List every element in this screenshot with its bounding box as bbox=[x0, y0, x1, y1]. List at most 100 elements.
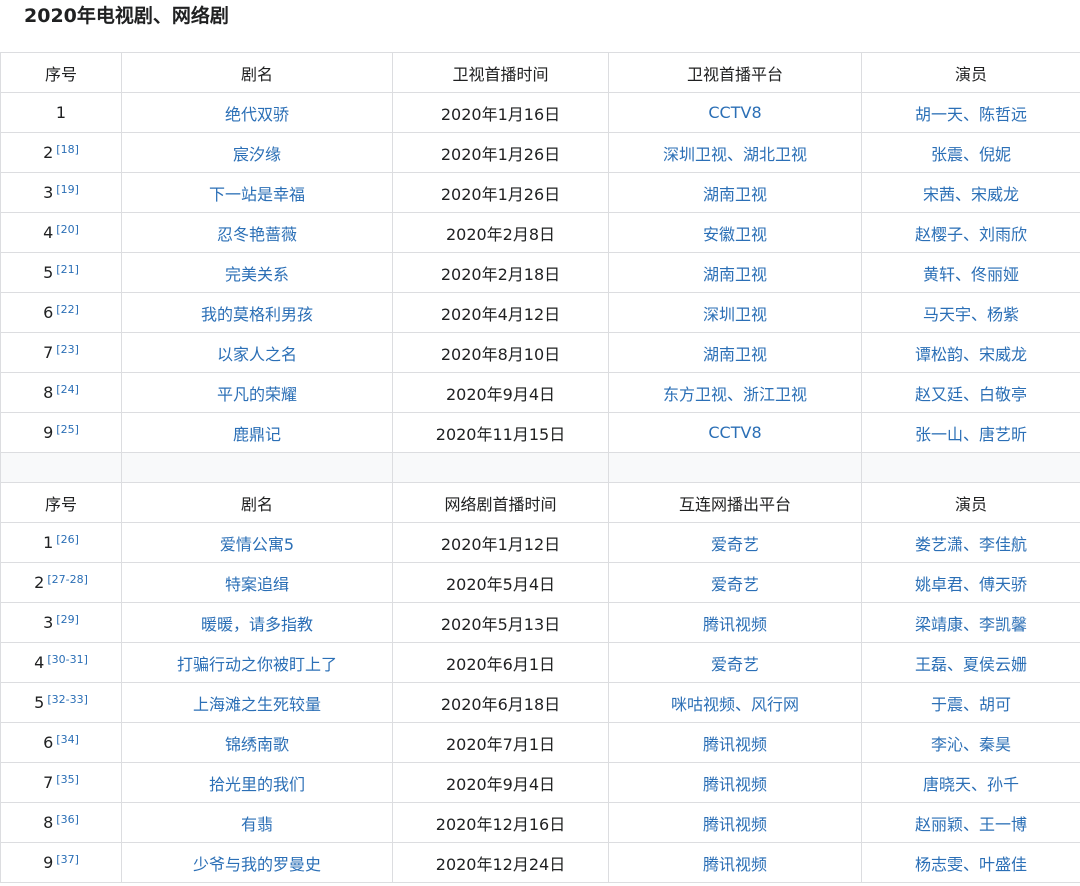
platform-link[interactable]: 深圳卫视、湖北卫视 bbox=[663, 145, 807, 164]
platform-link[interactable]: 腾讯视频 bbox=[703, 735, 767, 754]
platform-link[interactable]: 湖南卫视 bbox=[703, 345, 767, 364]
platform-cell: CCTV8 bbox=[608, 92, 862, 133]
actors-link[interactable]: 宋茜、宋威龙 bbox=[923, 185, 1019, 204]
platform-link[interactable]: 爱奇艺 bbox=[711, 535, 759, 554]
drama-title-link[interactable]: 特案追缉 bbox=[225, 575, 289, 594]
actors-link[interactable]: 杨志雯、叶盛佳 bbox=[915, 855, 1027, 874]
drama-title-link[interactable]: 锦绣南歌 bbox=[225, 735, 289, 754]
reference-link[interactable]: [34] bbox=[56, 733, 79, 746]
drama-title-link[interactable]: 平凡的荣耀 bbox=[217, 385, 297, 404]
drama-title-cell: 完美关系 bbox=[121, 252, 393, 293]
premiere-date-cell: 2020年12月24日 bbox=[392, 842, 609, 883]
premiere-date-cell: 2020年1月26日 bbox=[392, 132, 609, 173]
platform-link[interactable]: 安徽卫视 bbox=[703, 225, 767, 244]
row-number-cell: 6 [34] bbox=[0, 722, 122, 763]
platform-link[interactable]: 东方卫视、浙江卫视 bbox=[663, 385, 807, 404]
premiere-date-cell: 2020年5月4日 bbox=[392, 562, 609, 603]
drama-title-link[interactable]: 上海滩之生死较量 bbox=[193, 695, 321, 714]
row-number-cell: 5 [21] bbox=[0, 252, 122, 293]
drama-title-link[interactable]: 鹿鼎记 bbox=[233, 425, 281, 444]
platform-cell: 腾讯视频 bbox=[608, 722, 862, 763]
actors-link[interactable]: 娄艺潇、李佳航 bbox=[915, 535, 1027, 554]
separator-cell bbox=[392, 452, 609, 483]
platform-link[interactable]: CCTV8 bbox=[708, 103, 761, 122]
platform-link[interactable]: 腾讯视频 bbox=[703, 775, 767, 794]
reference-link[interactable]: [23] bbox=[56, 343, 79, 356]
reference-link[interactable]: [32-33] bbox=[47, 693, 88, 706]
platform-link[interactable]: 腾讯视频 bbox=[703, 615, 767, 634]
drama-title-link[interactable]: 暖暖，请多指教 bbox=[201, 615, 313, 634]
actors-link[interactable]: 张震、倪妮 bbox=[931, 145, 1011, 164]
table-row: 5 [32-33] 上海滩之生死较量 2020年6月18日 咪咕视频、风行网 于震、胡可 bbox=[0, 682, 1080, 723]
actors-link[interactable]: 唐晓天、孙千 bbox=[923, 775, 1019, 794]
drama-title-link[interactable]: 少爷与我的罗曼史 bbox=[193, 855, 321, 874]
platform-link[interactable]: 咪咕视频、风行网 bbox=[671, 695, 799, 714]
platform-cell: 爱奇艺 bbox=[608, 642, 862, 683]
platform-link[interactable]: 腾讯视频 bbox=[703, 855, 767, 874]
table-row: 3 [19] 下一站是幸福 2020年1月26日 湖南卫视 宋茜、宋威龙 bbox=[0, 172, 1080, 213]
platform-link[interactable]: CCTV8 bbox=[708, 423, 761, 442]
actors-link[interactable]: 赵又廷、白敬亭 bbox=[915, 385, 1027, 404]
reference-link[interactable]: [19] bbox=[56, 183, 79, 196]
actors-link[interactable]: 赵丽颖、王一博 bbox=[915, 815, 1027, 834]
platform-link[interactable]: 爱奇艺 bbox=[711, 575, 759, 594]
premiere-date: 2020年1月26日 bbox=[440, 144, 561, 164]
actors-link[interactable]: 胡一天、陈哲远 bbox=[915, 105, 1027, 124]
reference-link[interactable]: [25] bbox=[56, 423, 79, 436]
actors-link[interactable]: 王磊、夏侯云姗 bbox=[915, 655, 1027, 674]
reference-link[interactable]: [29] bbox=[56, 613, 79, 626]
reference-link[interactable]: [20] bbox=[56, 223, 79, 236]
actors-link[interactable]: 谭松韵、宋威龙 bbox=[915, 345, 1027, 364]
actors-link[interactable]: 李沁、秦昊 bbox=[931, 735, 1011, 754]
reference-link[interactable]: [21] bbox=[56, 263, 79, 276]
reference-link[interactable]: [36] bbox=[56, 813, 79, 826]
drama-title-link[interactable]: 绝代双骄 bbox=[225, 105, 289, 124]
drama-title-link[interactable]: 打骗行动之你被盯上了 bbox=[177, 655, 337, 674]
drama-title-link[interactable]: 忍冬艳蔷薇 bbox=[217, 225, 297, 244]
premiere-date: 2020年12月16日 bbox=[435, 814, 566, 834]
reference-link[interactable]: [30-31] bbox=[47, 653, 88, 666]
actors-link[interactable]: 马天宇、杨紫 bbox=[923, 305, 1019, 324]
actors-link[interactable]: 姚卓君、傅天骄 bbox=[915, 575, 1027, 594]
actors-cell: 谭松韵、宋威龙 bbox=[861, 332, 1080, 373]
reference-link[interactable]: [27-28] bbox=[47, 573, 88, 586]
actors-link[interactable]: 于震、胡可 bbox=[931, 695, 1011, 714]
drama-title-link[interactable]: 有翡 bbox=[241, 815, 273, 834]
reference-link[interactable]: [22] bbox=[56, 303, 79, 316]
drama-title-link[interactable]: 宸汐缘 bbox=[233, 145, 281, 164]
actors-cell: 张震、倪妮 bbox=[861, 132, 1080, 173]
drama-title-link[interactable]: 下一站是幸福 bbox=[209, 185, 305, 204]
platform-link[interactable]: 深圳卫视 bbox=[703, 305, 767, 324]
separator-cell bbox=[121, 452, 393, 483]
drama-table: 序号 剧名 卫视首播时间 卫视首播平台 演员 1 绝代双骄 2020年1月16日 CCTV8 胡一… bbox=[0, 52, 1080, 883]
actors-link[interactable]: 黄轩、佟丽娅 bbox=[923, 265, 1019, 284]
reference-link[interactable]: [37] bbox=[56, 853, 79, 866]
reference-link[interactable]: [26] bbox=[56, 533, 79, 546]
drama-title-link[interactable]: 以家人之名 bbox=[217, 345, 297, 364]
platform-link[interactable]: 腾讯视频 bbox=[703, 815, 767, 834]
drama-title-link[interactable]: 爱情公寓5 bbox=[220, 535, 294, 554]
actors-cell: 赵又廷、白敬亭 bbox=[861, 372, 1080, 413]
drama-title-cell: 绝代双骄 bbox=[121, 92, 393, 133]
platform-link[interactable]: 湖南卫视 bbox=[703, 185, 767, 204]
premiere-date: 2020年7月1日 bbox=[445, 734, 556, 754]
row-number-cell: 5 [32-33] bbox=[0, 682, 122, 723]
actors-link[interactable]: 张一山、唐艺昕 bbox=[915, 425, 1027, 444]
actors-link[interactable]: 梁靖康、李凯馨 bbox=[915, 615, 1027, 634]
platform-link[interactable]: 湖南卫视 bbox=[703, 265, 767, 284]
row-number: 3 bbox=[43, 613, 54, 632]
actors-link[interactable]: 赵樱子、刘雨欣 bbox=[915, 225, 1027, 244]
table-row: 7 [35] 拾光里的我们 2020年9月4日 腾讯视频 唐晓天、孙千 bbox=[0, 762, 1080, 803]
drama-title-link[interactable]: 拾光里的我们 bbox=[209, 775, 305, 794]
drama-title-link[interactable]: 完美关系 bbox=[225, 265, 289, 284]
row-number: 6 bbox=[43, 733, 54, 752]
reference-link[interactable]: [24] bbox=[56, 383, 79, 396]
actors-cell: 黄轩、佟丽娅 bbox=[861, 252, 1080, 293]
row-number: 2 bbox=[34, 573, 45, 592]
drama-title-cell: 锦绣南歌 bbox=[121, 722, 393, 763]
reference-link[interactable]: [35] bbox=[56, 773, 79, 786]
row-number: 7 bbox=[43, 773, 54, 792]
platform-link[interactable]: 爱奇艺 bbox=[711, 655, 759, 674]
reference-link[interactable]: [18] bbox=[56, 143, 79, 156]
drama-title-link[interactable]: 我的莫格利男孩 bbox=[201, 305, 313, 324]
